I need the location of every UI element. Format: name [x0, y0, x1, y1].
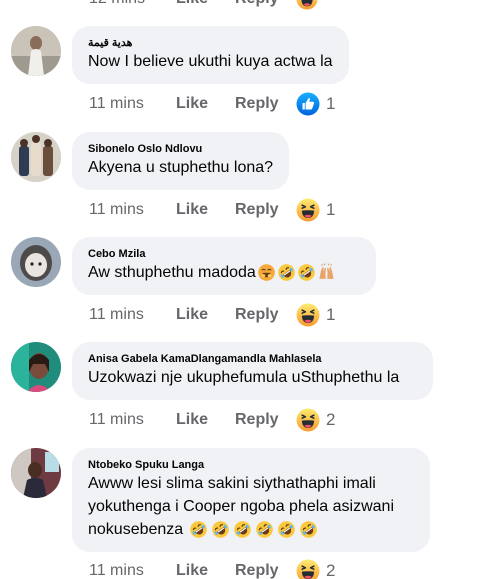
avatar[interactable] — [11, 26, 61, 76]
comment-actions: 11 mins Like Reply 2 — [89, 408, 335, 432]
rofl-emoji — [277, 520, 296, 539]
reply-button[interactable]: Reply — [235, 95, 296, 113]
rofl-emoji — [277, 263, 296, 282]
comment-text-line: nokusebenza — [88, 518, 414, 541]
avatar-image — [11, 342, 61, 392]
reply-button[interactable]: Reply — [235, 306, 296, 324]
reply-button[interactable]: Reply — [235, 411, 296, 429]
comment-time: 12 mins — [89, 0, 176, 8]
reaction-summary[interactable]: 1 — [296, 198, 335, 222]
rofl-emoji — [297, 263, 316, 282]
comment-actions: 11 mins Like Reply 1 — [89, 92, 335, 116]
comment-text: Uzokwazi nje ukuphefumula uSthuphethu la — [88, 369, 400, 386]
comment-time: 11 mins — [89, 95, 144, 112]
comment-author[interactable]: Sibonelo Oslo Ndlovu — [88, 142, 273, 156]
avatar-image — [11, 26, 61, 76]
comment-author[interactable]: Ntobeko Spuku Langa — [88, 458, 414, 472]
reaction-summary[interactable]: 2 — [296, 408, 335, 432]
comment-text-content: Aw sthuphethu madoda — [88, 264, 256, 281]
comment-text-content: nokusebenza — [88, 521, 184, 538]
reaction-count: 1 — [326, 94, 336, 113]
like-button[interactable]: Like — [176, 95, 235, 113]
avatar[interactable] — [11, 132, 61, 182]
comment-bubble: هدية قيمة Now I believe ukuthi kuya actw… — [72, 26, 349, 84]
avatar-image — [11, 448, 61, 498]
reaction-count: 2 — [326, 410, 336, 429]
like-icon — [296, 92, 320, 116]
like-button[interactable]: Like — [176, 306, 235, 324]
reply-button[interactable]: Reply — [235, 562, 296, 579]
comment-author[interactable]: Cebo Mzila — [88, 247, 360, 261]
comment-bubble: Anisa Gabela KamaDlangamandla Mahlasela … — [72, 342, 433, 400]
haha-icon — [296, 198, 320, 222]
comment-text: Akyena u stuphethu lona? — [88, 159, 274, 176]
rofl-emoji — [255, 520, 274, 539]
comment-bubble: Cebo Mzila Aw sthuphethu madoda — [72, 237, 376, 295]
rofl-emoji — [299, 520, 318, 539]
comment-bubble: Sibonelo Oslo Ndlovu Akyena u stuphethu … — [72, 132, 290, 190]
like-button[interactable]: Like — [176, 0, 235, 8]
avatar[interactable] — [11, 448, 61, 498]
haha-icon — [296, 0, 318, 10]
hot-face-emoji — [257, 263, 276, 282]
comment-time: 11 mins — [89, 411, 144, 428]
haha-icon — [296, 408, 320, 432]
comment-text: Aw sthuphethu madoda — [88, 261, 360, 284]
avatar[interactable] — [11, 342, 61, 392]
reaction-summary[interactable]: 1 — [296, 92, 335, 116]
comment-text-line: Awww lesi slima sakini siythathaphi imal… — [88, 475, 376, 492]
comment-text: Now I believe ukuthi kuya actwa la — [88, 53, 333, 70]
avatar[interactable] — [11, 237, 61, 287]
reaction-count: 1 — [326, 200, 336, 219]
comment-actions: 11 mins Like Reply 2 — [89, 559, 335, 579]
comment-text: Awww lesi slima sakini siythathaphi imal… — [88, 472, 414, 541]
comment-time: 11 mins — [89, 201, 144, 218]
like-button[interactable]: Like — [176, 201, 235, 219]
comment-bubble: Ntobeko Spuku Langa Awww lesi slima saki… — [72, 448, 430, 552]
comment-time: 11 mins — [89, 306, 144, 323]
comment-actions: 11 mins Like Reply 1 — [89, 198, 335, 222]
like-button[interactable]: Like — [176, 562, 235, 579]
reaction-summary[interactable] — [296, 0, 318, 10]
reaction-count: 2 — [326, 561, 336, 579]
comment-actions-partial: 12 mins Like Reply — [89, 0, 318, 11]
reaction-count: 1 — [326, 305, 336, 324]
rofl-emoji — [189, 520, 208, 539]
reaction-summary[interactable]: 1 — [296, 303, 335, 327]
rofl-emoji — [233, 520, 252, 539]
comment-text-line: yokuthenga i Cooper ngoba phela asizwani — [88, 498, 394, 515]
haha-icon — [296, 559, 320, 579]
comment-actions: 11 mins Like Reply 1 — [89, 303, 335, 327]
comment-author[interactable]: هدية قيمة — [88, 36, 333, 50]
avatar-image — [11, 237, 61, 287]
comment-author[interactable]: Anisa Gabela KamaDlangamandla Mahlasela — [88, 352, 417, 366]
reply-button[interactable]: Reply — [235, 0, 296, 8]
comment-time: 11 mins — [89, 562, 144, 579]
haha-icon — [296, 303, 320, 327]
avatar-image — [11, 132, 61, 182]
reply-button[interactable]: Reply — [235, 201, 296, 219]
reaction-summary[interactable]: 2 — [296, 559, 335, 579]
raised-hands-emoji — [317, 263, 336, 282]
like-button[interactable]: Like — [176, 411, 235, 429]
rofl-emoji — [211, 520, 230, 539]
